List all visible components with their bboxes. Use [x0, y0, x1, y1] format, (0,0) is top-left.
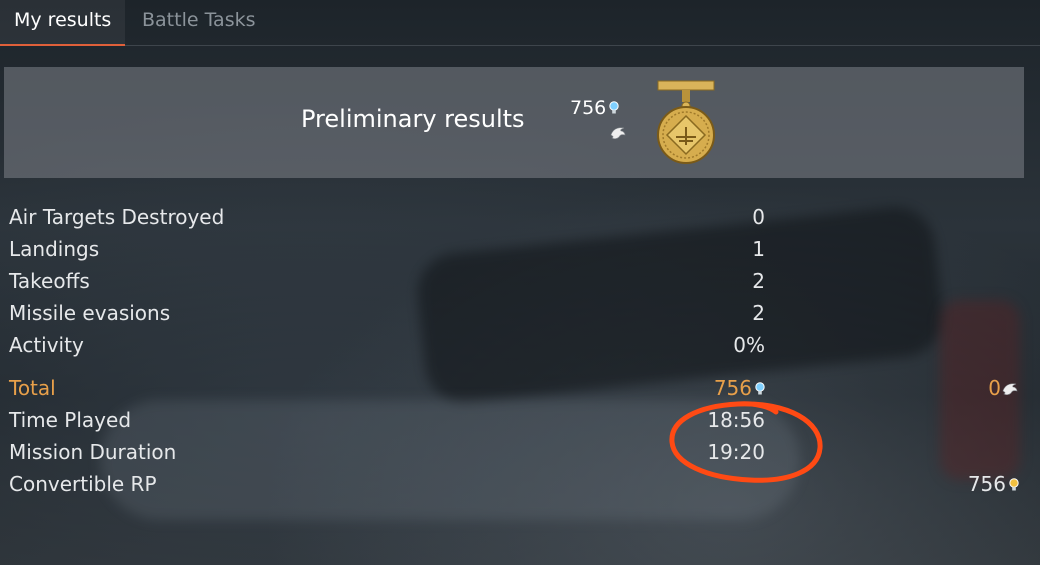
eagle-icon — [1002, 383, 1018, 395]
time-label: Mission Duration — [9, 440, 177, 464]
banner-rp: 756 — [570, 97, 619, 119]
convertible-rp-value: 756 — [967, 472, 1006, 496]
research-bulb-icon — [755, 382, 765, 395]
total-label: Total — [9, 376, 56, 400]
stat-label: Takeoffs — [9, 269, 90, 293]
convertible-row: Convertible RP 756 — [9, 472, 1029, 502]
convertible-value: 756 — [968, 472, 1019, 496]
medal-icon — [657, 80, 715, 164]
convertible-label: Convertible RP — [9, 472, 157, 496]
research-bulb-gold-icon — [1009, 478, 1019, 491]
banner-title: Preliminary results — [301, 105, 525, 133]
eagle-icon — [610, 127, 626, 139]
preliminary-results-banner: Preliminary results 756 — [4, 67, 1024, 178]
time-row: Mission Duration 19:20 — [9, 440, 1029, 470]
stat-row: Air Targets Destroyed 0 — [9, 205, 1029, 235]
research-bulb-icon — [609, 101, 619, 114]
annotation-circle — [669, 401, 823, 483]
total-rp: 756 — [714, 376, 765, 400]
stat-row: Activity 0% — [9, 333, 1029, 363]
total-sl: 0 — [988, 376, 1019, 400]
total-row: Total 756 0 — [9, 376, 1029, 406]
time-row: Time Played 18:56 — [9, 408, 1029, 438]
tab-battle-tasks[interactable]: Battle Tasks — [128, 0, 270, 45]
stat-label: Landings — [9, 237, 100, 261]
stat-value: 0% — [733, 333, 765, 357]
tab-bar: My results Battle Tasks — [0, 0, 1040, 46]
stat-row: Missile evasions 2 — [9, 301, 1029, 331]
total-rp-value: 756 — [713, 376, 752, 400]
stat-label: Missile evasions — [9, 301, 171, 325]
total-sl-value: 0 — [988, 376, 1001, 400]
stat-row: Takeoffs 2 — [9, 269, 1029, 299]
stat-label: Air Targets Destroyed — [9, 205, 225, 229]
stat-value: 0 — [752, 205, 765, 229]
banner-rp-value: 756 — [570, 97, 607, 119]
stat-value: 2 — [752, 301, 765, 325]
stat-value: 1 — [752, 237, 765, 261]
stat-value: 2 — [752, 269, 765, 293]
time-label: Time Played — [9, 408, 132, 432]
stat-row: Landings 1 — [9, 237, 1029, 267]
stat-label: Activity — [9, 333, 84, 357]
tab-my-results[interactable]: My results — [0, 0, 126, 46]
